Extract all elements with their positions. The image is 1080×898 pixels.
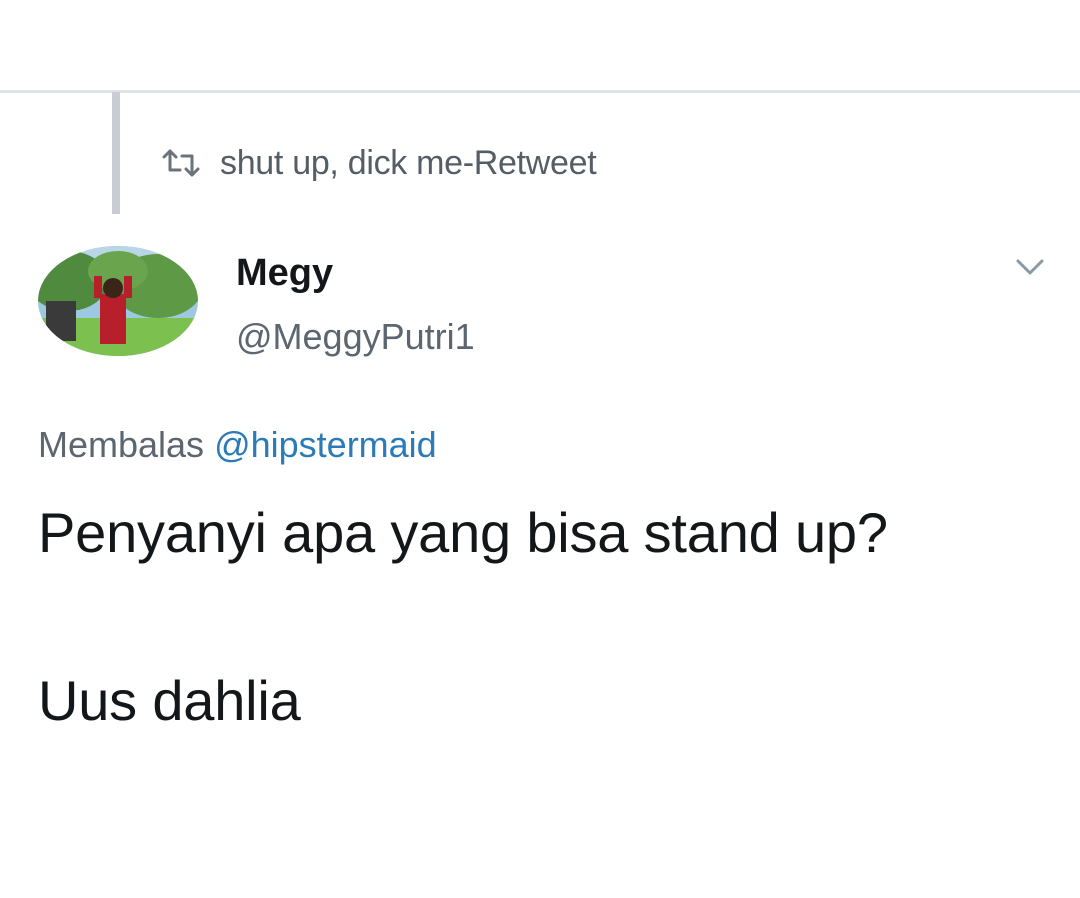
divider (0, 90, 1080, 93)
retweet-icon (162, 149, 200, 177)
retweet-context[interactable]: shut up, dick me-Retweet (160, 140, 597, 186)
avatar-photo (38, 246, 198, 356)
tweet-text-line-1: Penyanyi apa yang bisa stand up? (38, 501, 888, 564)
retweet-label: shut up, dick me-Retweet (220, 143, 597, 182)
tweet-text-line-2: Uus dahlia (38, 669, 301, 732)
chevron-down-icon[interactable] (1010, 252, 1050, 282)
reply-context: Membalas @hipstermaid (38, 424, 437, 466)
reply-handle-link[interactable]: @hipstermaid (214, 424, 437, 465)
tweet-screen: shut up, dick me-Retweet Megy @MeggyPutr… (0, 0, 1080, 898)
reply-prefix: Membalas (38, 424, 205, 465)
user-handle[interactable]: @MeggyPutri1 (236, 316, 475, 358)
avatar[interactable] (38, 246, 198, 356)
display-name[interactable]: Megy (236, 252, 333, 295)
thread-line (112, 92, 120, 214)
